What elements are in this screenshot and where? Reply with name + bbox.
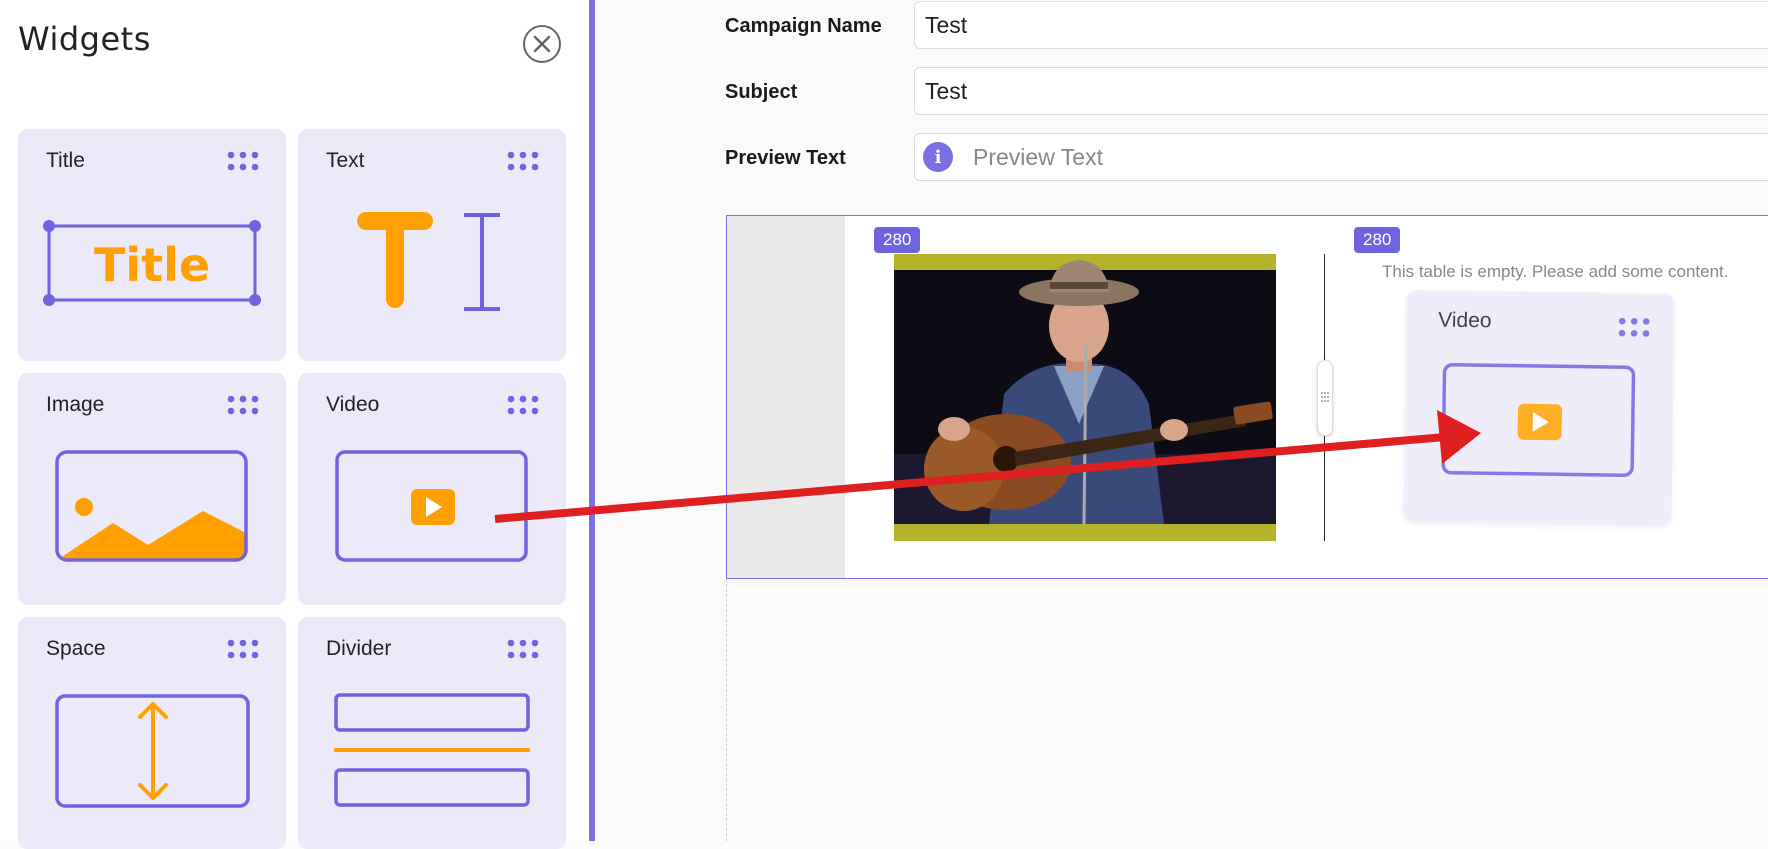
close-icon: [533, 35, 551, 53]
subject-value: Test: [925, 77, 968, 104]
column-width-badge: 280: [1354, 227, 1401, 253]
widget-card-image[interactable]: Image: [18, 373, 286, 605]
resize-grip-icon: [1321, 392, 1329, 402]
text-widget-icon: [357, 212, 500, 311]
video-widget-icon: [335, 450, 528, 562]
campaign-name-label: Campaign Name: [725, 15, 882, 37]
subject-label: Subject: [725, 81, 798, 103]
widget-card-video[interactable]: Video: [298, 373, 566, 605]
subject-input[interactable]: Test: [914, 67, 1768, 115]
campaign-name-value: Test: [925, 11, 968, 38]
svg-text:Title: Title: [94, 238, 210, 292]
column-resize-handle[interactable]: [1317, 360, 1333, 436]
preview-text-placeholder: Preview Text: [973, 143, 1103, 170]
column-width-badge: 280: [874, 227, 921, 253]
title-widget-icon: Title: [43, 220, 261, 306]
widget-card-title[interactable]: Title Title: [18, 129, 286, 361]
panel-title: Widgets: [18, 20, 151, 58]
preview-text-input[interactable]: i Preview Text: [914, 133, 1768, 181]
canvas-guide-line: [726, 579, 727, 841]
empty-column-message: This table is empty. Please add some con…: [1382, 262, 1729, 281]
content-image[interactable]: [894, 254, 1276, 541]
space-widget-icon: [55, 694, 250, 808]
divider-widget-icon: [334, 693, 530, 807]
image-widget-icon: [55, 450, 248, 562]
close-button[interactable]: [523, 25, 561, 63]
widget-card-space[interactable]: Space: [18, 617, 286, 849]
campaign-name-input[interactable]: Test: [914, 1, 1768, 49]
video-widget-icon: [1441, 363, 1636, 477]
dragging-video-widget[interactable]: Video: [1403, 290, 1675, 526]
row-gutter: [727, 216, 845, 578]
info-icon[interactable]: i: [923, 142, 953, 172]
preview-text-label: Preview Text: [725, 147, 846, 169]
widget-card-text[interactable]: Text: [298, 129, 566, 361]
widgets-panel: Widgets Title Title Text Image Video Spa…: [0, 0, 590, 849]
widget-card-divider[interactable]: Divider: [298, 617, 566, 849]
